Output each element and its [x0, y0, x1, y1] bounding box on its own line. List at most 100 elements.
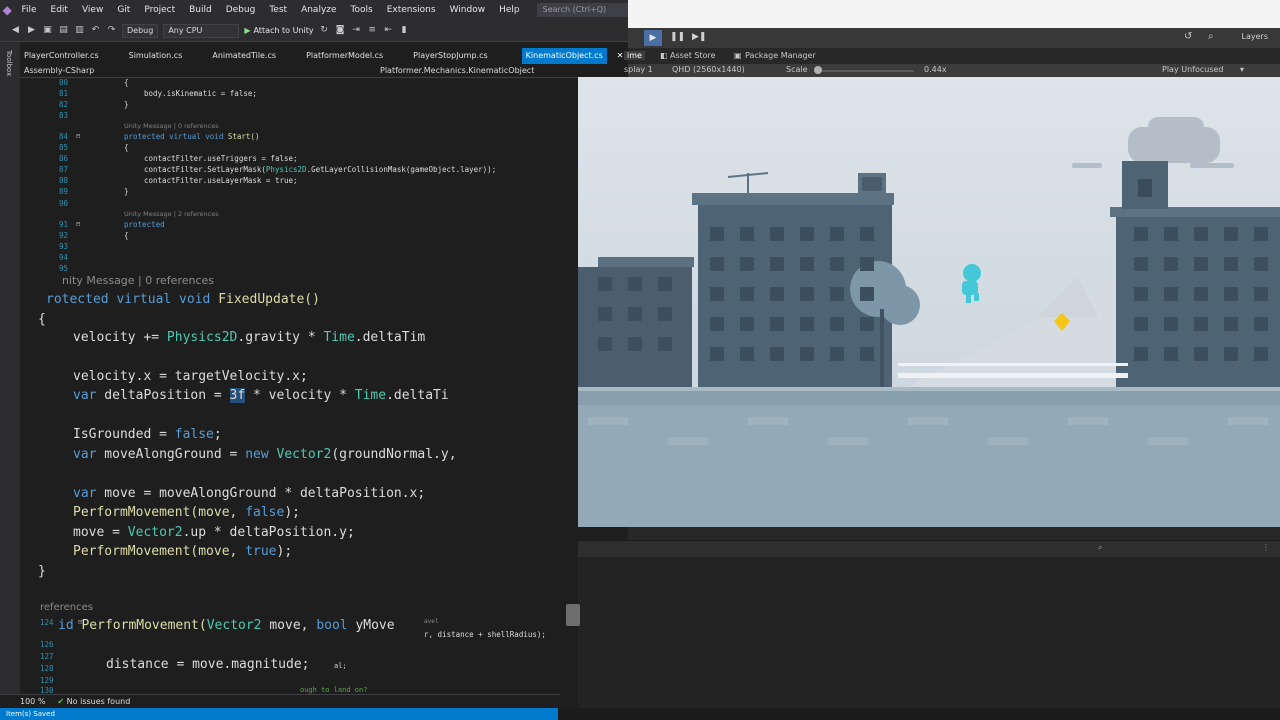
- menu-file[interactable]: File: [14, 5, 43, 15]
- collapse-icon[interactable]: ⊟: [76, 220, 80, 228]
- menu-edit[interactable]: Edit: [44, 5, 75, 15]
- codelens-references[interactable]: references: [40, 602, 93, 613]
- attach-to-unity-button[interactable]: ▶ Attach to Unity: [244, 26, 313, 35]
- building-window: [1224, 257, 1238, 271]
- layers-dropdown[interactable]: Layers: [1242, 32, 1268, 41]
- building-window: [770, 257, 784, 271]
- building-window: [1224, 287, 1238, 301]
- game-viewport[interactable]: [578, 77, 1280, 527]
- unity-title-area: [628, 0, 1280, 28]
- redo-icon[interactable]: ↷: [106, 25, 117, 36]
- search-icon[interactable]: ⌕: [1098, 543, 1102, 553]
- tab-player-stop-jump[interactable]: PlayerStopJump.cs: [409, 48, 492, 64]
- play-mode-dropdown[interactable]: Play Unfocused: [1162, 65, 1224, 74]
- play-button[interactable]: ▶: [644, 30, 662, 46]
- tab-simulation[interactable]: Simulation.cs: [125, 48, 187, 64]
- platform-dropdown[interactable]: Any CPU: [163, 23, 240, 38]
- tab-platformer-model[interactable]: PlatformerModel.cs: [302, 48, 387, 64]
- issues-indicator[interactable]: ✔ No issues found: [57, 697, 130, 706]
- undo-icon[interactable]: ↶: [90, 25, 101, 36]
- issues-label: No issues found: [66, 697, 131, 706]
- building-window: [628, 307, 642, 321]
- menu-analyze[interactable]: Analyze: [294, 5, 343, 15]
- building-window: [830, 347, 844, 361]
- menu-extensions[interactable]: Extensions: [380, 5, 443, 15]
- step-icon[interactable]: ⇥: [351, 25, 362, 36]
- menu-build[interactable]: Build: [182, 5, 219, 15]
- zoom-level[interactable]: 100 %: [20, 697, 45, 706]
- code-line: id PerformMovement(Vector2 move, bool yM…: [58, 618, 395, 633]
- codelens-references[interactable]: Unity Message | 2 references: [124, 210, 219, 218]
- tab-animated-tile[interactable]: AnimatedTile.cs: [208, 48, 280, 64]
- indent-icon[interactable]: ⇤: [383, 25, 394, 36]
- code-editor-small[interactable]: 80 81 82 83 84 85 86 87 88 89 90 91 92 9…: [20, 78, 628, 274]
- solution-config-dropdown[interactable]: Debug: [122, 23, 159, 38]
- project-dropdown[interactable]: Assembly-CSharp: [24, 66, 94, 75]
- codelens-references[interactable]: nity Message | 0 references: [62, 274, 214, 287]
- building-window: [1254, 317, 1268, 331]
- building-window: [740, 287, 754, 301]
- save-all-icon[interactable]: ▥: [74, 25, 85, 36]
- building-window: [800, 227, 814, 241]
- save-icon[interactable]: ▤: [58, 25, 69, 36]
- comment-icon[interactable]: ≡: [367, 25, 378, 36]
- pause-button[interactable]: ❚❚: [670, 32, 685, 42]
- menu-project[interactable]: Project: [137, 5, 182, 15]
- building-window: [770, 287, 784, 301]
- building-window: [1194, 317, 1208, 331]
- visual-studio-logo-icon: ◆: [2, 3, 12, 17]
- step-button[interactable]: ▶❚: [692, 32, 706, 42]
- search-icon[interactable]: ⌕: [1208, 31, 1214, 42]
- menu-tools[interactable]: Tools: [344, 5, 380, 15]
- resolution-dropdown[interactable]: QHD (2560x1440): [672, 65, 745, 74]
- menu-test[interactable]: Test: [262, 5, 294, 15]
- vs-status-bar: Item(s) Saved: [0, 708, 558, 720]
- menu-view[interactable]: View: [75, 5, 110, 15]
- menu-window[interactable]: Window: [443, 5, 493, 15]
- vs-search-input[interactable]: Search (Ctrl+Q): [536, 3, 628, 17]
- collapse-icon[interactable]: ⊟: [76, 132, 80, 140]
- building-window: [770, 317, 784, 331]
- close-tab-icon[interactable]: ✕: [617, 48, 624, 64]
- player-character: [962, 264, 981, 303]
- new-project-icon[interactable]: ▣: [42, 25, 53, 36]
- forward-icon[interactable]: ▶: [26, 25, 37, 36]
- toolbox-tab[interactable]: Toolbox: [5, 50, 13, 76]
- scrollbar-thumb[interactable]: [566, 604, 580, 626]
- tab-player-controller[interactable]: PlayerController.cs: [20, 48, 103, 64]
- back-icon[interactable]: ◀: [10, 25, 21, 36]
- tab-package-manager[interactable]: Package Manager: [745, 51, 816, 60]
- line-number: 124: [40, 618, 54, 627]
- code-line: {: [124, 231, 129, 240]
- scale-slider-track[interactable]: [818, 70, 914, 72]
- member-dropdown[interactable]: Platformer.Mechanics.KinematicObject: [380, 66, 534, 75]
- tab-kinematic-object[interactable]: KinematicObject.cs: [521, 48, 607, 64]
- menu-help[interactable]: Help: [492, 5, 527, 15]
- code-line: rotected virtual void FixedUpdate(): [46, 292, 320, 307]
- document-tabs: PlayerController.cs Simulation.cs Animat…: [20, 48, 628, 64]
- code-editor-zoomed[interactable]: nity Message | 0 references rotected vir…: [0, 270, 628, 600]
- codelens-references[interactable]: Unity Message | 0 references: [124, 122, 219, 130]
- tab-asset-store[interactable]: Asset Store: [670, 51, 716, 60]
- line-number: 81: [58, 89, 68, 98]
- display-dropdown[interactable]: splay 1: [624, 65, 653, 74]
- scale-slider-handle[interactable]: [814, 66, 822, 74]
- history-icon[interactable]: ↺: [1184, 31, 1192, 42]
- bookmark-icon[interactable]: ▮: [399, 25, 410, 36]
- code-line: }: [38, 564, 46, 579]
- menu-git[interactable]: Git: [110, 5, 137, 15]
- building-window: [1254, 287, 1268, 301]
- menu-debug[interactable]: Debug: [219, 5, 263, 15]
- camera-icon[interactable]: ◙: [335, 25, 346, 36]
- chevron-down-icon[interactable]: ▾: [1240, 65, 1244, 74]
- line-number: 94: [58, 253, 68, 262]
- line-number: 90: [58, 199, 68, 208]
- tab-game[interactable]: ime: [624, 51, 645, 60]
- building-window: [830, 257, 844, 271]
- building-window: [628, 277, 642, 291]
- building-window: [1164, 257, 1178, 271]
- collapse-icon[interactable]: ⊟: [78, 618, 82, 626]
- hot-reload-icon[interactable]: ↻: [319, 25, 330, 36]
- building-window: [710, 317, 724, 331]
- panel-menu-icon[interactable]: ⋮: [1262, 543, 1270, 552]
